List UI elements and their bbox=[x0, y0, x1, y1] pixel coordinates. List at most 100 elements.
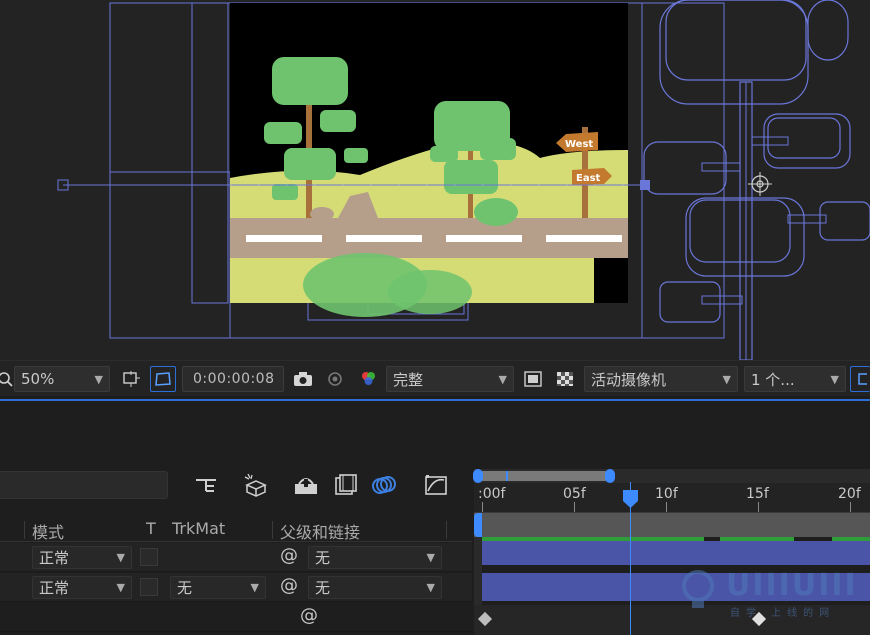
ruler-label: 20f bbox=[838, 486, 861, 502]
playhead-handle[interactable] bbox=[622, 490, 639, 508]
ruler-label: 05f bbox=[563, 486, 586, 502]
shape-outline bbox=[807, 0, 849, 61]
sign-east-label: East bbox=[576, 173, 601, 184]
frame-blending-icon[interactable] bbox=[332, 471, 360, 499]
tree-left bbox=[272, 57, 348, 105]
chevron-down-icon: ▼ bbox=[116, 581, 125, 594]
camera-view-dropdown[interactable]: 活动摄像机 ▼ bbox=[584, 366, 738, 392]
view-options-icon[interactable] bbox=[850, 366, 870, 392]
pickwhip-icon[interactable]: @ bbox=[280, 545, 298, 566]
viewer-toolbar: 50% ▼ 0:00:00:08 完整 ▼ 活动摄像机 ▼ 1 个... ▼ bbox=[0, 360, 870, 396]
chevron-down-icon: ▼ bbox=[426, 581, 435, 594]
composition-flowchart-icon[interactable] bbox=[192, 471, 220, 499]
composition-canvas[interactable]: West East bbox=[0, 0, 870, 360]
track-gutter bbox=[474, 537, 482, 605]
camera-snapshot-icon[interactable] bbox=[290, 366, 316, 392]
zoom-dropdown[interactable]: 50% ▼ bbox=[14, 366, 110, 392]
tree-left bbox=[272, 184, 298, 200]
column-trkmat[interactable]: TrkMat bbox=[172, 519, 225, 538]
color-channels-icon[interactable] bbox=[356, 366, 382, 392]
tree-left bbox=[264, 122, 302, 144]
layer-duration-bar[interactable] bbox=[482, 537, 870, 565]
layer-bounds bbox=[109, 171, 231, 339]
camera-view-value: 活动摄像机 bbox=[591, 370, 667, 389]
blend-mode-value: 正常 bbox=[39, 549, 70, 567]
column-divider bbox=[272, 521, 273, 539]
pickwhip-icon[interactable]: @ bbox=[280, 575, 298, 596]
work-area-bar[interactable] bbox=[474, 513, 870, 537]
time-navigator[interactable] bbox=[473, 469, 870, 483]
blend-mode-dropdown[interactable]: 正常 ▼ bbox=[32, 576, 132, 599]
navigator-end-handle[interactable] bbox=[605, 469, 615, 483]
ruler-label: 10f bbox=[655, 486, 678, 502]
fast-previews-icon[interactable] bbox=[520, 366, 546, 392]
column-divider bbox=[24, 521, 25, 539]
chevron-down-icon: ▼ bbox=[498, 372, 507, 386]
work-area-start-handle[interactable] bbox=[474, 513, 482, 537]
tree-left bbox=[344, 148, 368, 163]
region-of-interest-icon[interactable] bbox=[118, 366, 144, 392]
rock bbox=[310, 207, 334, 221]
watermark-lightbulb-icon bbox=[682, 570, 714, 608]
watermark-text: UIIIUIII bbox=[726, 568, 858, 603]
track-matte-value: 无 bbox=[177, 579, 193, 597]
draft-3d-icon[interactable] bbox=[242, 471, 270, 499]
view-layout-value: 1 个... bbox=[751, 370, 795, 389]
tree-middle bbox=[444, 160, 498, 194]
shape-outline bbox=[659, 281, 721, 323]
shape-outline bbox=[643, 141, 727, 195]
layer-row[interactable]: @ bbox=[0, 603, 472, 632]
time-navigator-range[interactable] bbox=[478, 471, 610, 481]
shape-outline bbox=[665, 0, 807, 81]
zoom-value: 50% bbox=[21, 370, 55, 388]
column-t[interactable]: T bbox=[146, 519, 156, 538]
ruler-tick bbox=[666, 502, 667, 512]
current-time-display[interactable]: 0:00:00:08 bbox=[182, 366, 284, 392]
column-mode[interactable]: 模式 bbox=[32, 519, 64, 543]
resolution-dropdown[interactable]: 完整 ▼ bbox=[386, 366, 514, 392]
ruler-tick bbox=[758, 502, 759, 512]
view-layout-dropdown[interactable]: 1 个... ▼ bbox=[744, 366, 846, 392]
bush bbox=[474, 198, 518, 226]
tree-left bbox=[320, 110, 356, 132]
column-parent[interactable]: 父级和链接 bbox=[280, 519, 360, 543]
composition-viewer[interactable]: West East bbox=[0, 0, 870, 360]
watermark-subtext: 自学 上线的网 bbox=[730, 608, 836, 619]
motion-blur-icon[interactable] bbox=[370, 471, 398, 499]
layer-row[interactable]: 正常 ▼ @ 无 ▼ bbox=[0, 543, 472, 572]
shy-layers-icon[interactable] bbox=[292, 471, 320, 499]
road-marking bbox=[446, 235, 522, 242]
shape-outline bbox=[763, 113, 851, 169]
ruler-tick bbox=[574, 502, 575, 512]
layer-bounds bbox=[191, 2, 229, 304]
ruler-label: 15f bbox=[746, 486, 769, 502]
shape-outline bbox=[685, 197, 805, 277]
render-cache-gap bbox=[794, 537, 832, 541]
chevron-down-icon: ▼ bbox=[722, 372, 731, 386]
blend-mode-dropdown[interactable]: 正常 ▼ bbox=[32, 546, 132, 569]
layer-row[interactable]: 正常 ▼ 无 ▼ @ 无 ▼ bbox=[0, 573, 472, 602]
parent-dropdown[interactable]: 无 ▼ bbox=[308, 546, 442, 569]
resolution-value: 完整 bbox=[393, 370, 424, 389]
graph-editor-icon[interactable] bbox=[422, 471, 450, 499]
shape-outline bbox=[819, 201, 870, 241]
render-cache-gap bbox=[704, 537, 720, 541]
preserve-transparency-checkbox[interactable] bbox=[140, 548, 158, 566]
keyframe-icon[interactable] bbox=[477, 611, 493, 627]
column-divider bbox=[446, 521, 447, 539]
parent-dropdown[interactable]: 无 ▼ bbox=[308, 576, 442, 599]
pickwhip-icon[interactable]: @ bbox=[300, 605, 318, 626]
shape-outline bbox=[701, 295, 743, 305]
layer-column-headers: 模式 T TrkMat 父级和链接 bbox=[0, 518, 472, 542]
layer-search-input[interactable] bbox=[0, 471, 168, 499]
time-ruler[interactable]: :00f 05f 10f 15f 20f bbox=[474, 483, 870, 513]
show-snapshot-icon[interactable] bbox=[322, 366, 348, 392]
navigator-start-handle[interactable] bbox=[473, 469, 483, 483]
chevron-down-icon: ▼ bbox=[250, 581, 259, 594]
chevron-down-icon: ▼ bbox=[426, 551, 435, 564]
track-matte-dropdown[interactable]: 无 ▼ bbox=[170, 576, 266, 599]
checkerboard-icon[interactable] bbox=[552, 366, 578, 392]
parent-value: 无 bbox=[315, 579, 331, 597]
transparency-grid-icon[interactable] bbox=[150, 366, 176, 392]
preserve-transparency-checkbox[interactable] bbox=[140, 578, 158, 596]
